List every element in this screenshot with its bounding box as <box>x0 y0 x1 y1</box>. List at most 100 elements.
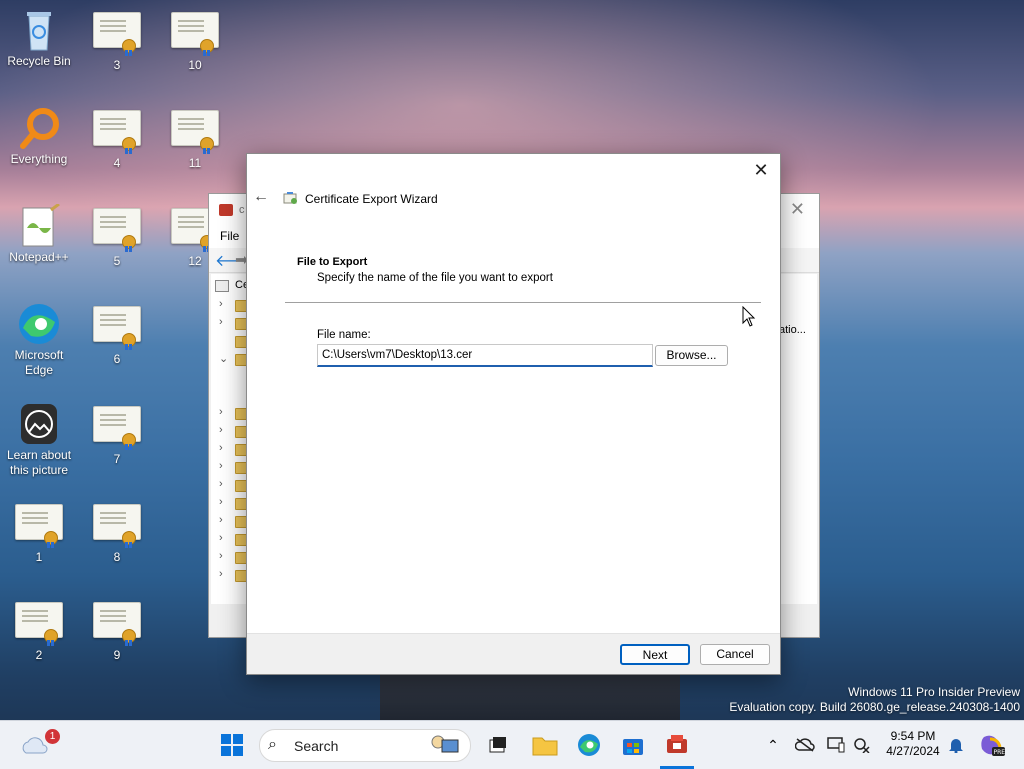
certificate-icon <box>15 602 63 646</box>
desktop-icon-label: 7 <box>113 452 121 466</box>
desktop-icon-cert-8[interactable]: 8 <box>81 500 153 565</box>
edge-icon <box>15 302 63 346</box>
mmc-tree-pane: Ce › › ⌄ › › › › › › › › › › <box>211 274 251 604</box>
edge-icon <box>578 734 600 756</box>
tree-expander[interactable]: › <box>219 424 223 436</box>
desktop-icon-notepadpp[interactable]: Notepad++ <box>3 202 75 265</box>
header-divider <box>285 302 761 303</box>
next-button[interactable]: Next <box>620 644 690 665</box>
recycle-bin-icon <box>15 8 63 52</box>
start-button[interactable] <box>216 721 248 769</box>
tree-expander[interactable]: › <box>219 568 223 580</box>
tree-expander[interactable]: › <box>219 460 223 472</box>
desktop-icon-label: 9 <box>113 648 121 662</box>
watermark-line-2: Evaluation copy. Build 26080.ge_release.… <box>729 700 1020 714</box>
tree-expander[interactable]: › <box>219 496 223 508</box>
store-icon <box>623 739 643 755</box>
desktop-icon-cert-6[interactable]: 6 <box>81 302 153 367</box>
evaluation-watermark: Windows 11 Pro Insider Preview Evaluatio… <box>729 685 1020 715</box>
certificate-icon <box>93 406 141 450</box>
desktop-icon-cert-4[interactable]: 4 <box>81 106 153 171</box>
back-arrow-icon[interactable]: ← <box>253 188 269 206</box>
wizard-footer: Next Cancel <box>247 633 780 674</box>
display-icon[interactable] <box>824 721 848 769</box>
taskbar: 1 ⌕ Search ⌃ 9:54 PM 4/27/2024 PRE <box>0 720 1024 769</box>
close-icon[interactable]: ✕ <box>746 156 776 184</box>
certificate-export-wizard[interactable]: ✕ ← Certificate Export Wizard File to Ex… <box>246 153 781 675</box>
desktop-icon-cert-2[interactable]: 2 <box>3 598 75 663</box>
tree-expander[interactable]: › <box>219 532 223 544</box>
menu-file[interactable]: File <box>220 229 239 243</box>
search-placeholder: Search <box>294 738 339 754</box>
tree-expander[interactable]: › <box>219 298 223 310</box>
certificate-manager-icon <box>667 734 687 753</box>
watermark-line-1: Windows 11 Pro Insider Preview <box>848 685 1020 699</box>
desktop-icon-cert-11[interactable]: 11 <box>159 106 231 171</box>
desktop-icon-cert-9[interactable]: 9 <box>81 598 153 663</box>
browse-button[interactable]: Browse... <box>655 345 728 366</box>
task-view-button[interactable] <box>484 721 512 769</box>
mmc-close-icon[interactable]: ✕ <box>790 199 805 220</box>
certificate-icon <box>93 208 141 252</box>
desktop-icon-label: Microsoft Edge <box>14 348 64 377</box>
mmc-app-icon <box>219 204 233 216</box>
desktop-icon-label: 1 <box>35 550 43 564</box>
learn-picture-icon <box>15 402 63 446</box>
copilot-pre-icon: PRE <box>981 735 1006 756</box>
certificate-icon <box>93 110 141 154</box>
wizard-title: Certificate Export Wizard <box>305 192 438 206</box>
desktop-icon-cert-10[interactable]: 10 <box>159 8 231 73</box>
result-pane-text: atio... <box>779 324 806 336</box>
tree-expander[interactable]: › <box>219 550 223 562</box>
desktop-icon-recycle-bin[interactable]: Recycle Bin <box>3 8 75 69</box>
desktop-icon-cert-3[interactable]: 3 <box>81 8 153 73</box>
certificate-icon <box>171 12 219 56</box>
task-view-icon <box>489 737 506 753</box>
mmc-result-pane: atio... <box>779 274 817 604</box>
file-name-input[interactable] <box>317 344 653 367</box>
desktop-icon-everything[interactable]: Everything <box>3 106 75 167</box>
certmgr-taskbar-button[interactable] <box>660 721 694 769</box>
network-disconnected-icon[interactable] <box>850 721 874 769</box>
tree-root-icon <box>215 280 229 292</box>
store-button[interactable] <box>618 721 648 769</box>
tree-expander[interactable]: ⌄ <box>219 352 228 365</box>
search-icon: ⌕ <box>268 736 277 753</box>
tree-expander[interactable]: › <box>219 316 223 328</box>
notification-bell-button[interactable] <box>946 721 966 769</box>
edge-taskbar-button[interactable] <box>574 721 604 769</box>
desktop-icon-label: 2 <box>35 648 43 662</box>
desktop-icon-cert-7[interactable]: 7 <box>81 402 153 467</box>
taskbar-search[interactable]: ⌕ Search <box>259 729 471 762</box>
desktop-icon-label: 12 <box>188 254 202 268</box>
desktop-icon-label: Recycle Bin <box>7 54 71 68</box>
weather-widget[interactable]: 1 <box>14 721 60 769</box>
certificate-icon <box>15 504 63 548</box>
tree-expander[interactable]: › <box>219 406 223 418</box>
cancel-button[interactable]: Cancel <box>700 644 770 665</box>
mouse-cursor-icon <box>742 305 756 331</box>
desktop-icon-cert-5[interactable]: 5 <box>81 204 153 269</box>
desktop-icon-label: 10 <box>188 58 202 72</box>
tree-expander[interactable]: › <box>219 478 223 490</box>
mmc-title-text: c <box>239 204 245 216</box>
desktop-icon-label: 5 <box>113 254 121 268</box>
svg-text:PRE: PRE <box>994 749 1006 756</box>
show-hidden-icons-button[interactable]: ⌃ <box>762 721 784 769</box>
certificate-icon <box>171 110 219 154</box>
onedrive-offline-icon[interactable] <box>792 721 818 769</box>
clock[interactable]: 9:54 PM 4/27/2024 <box>880 729 946 759</box>
desktop-icon-cert-1[interactable]: 1 <box>3 500 75 565</box>
search-highlight-icon <box>430 734 460 756</box>
desktop-icon-learn-picture[interactable]: Learn about this picture <box>3 402 75 478</box>
copilot-button[interactable]: PRE <box>976 721 1010 769</box>
tree-expander[interactable]: › <box>219 442 223 454</box>
desktop-icon-edge[interactable]: Microsoft Edge <box>3 302 75 378</box>
tree-expander[interactable]: › <box>219 514 223 526</box>
page-heading: File to Export <box>297 256 368 268</box>
file-explorer-button[interactable] <box>530 721 560 769</box>
certificate-wizard-icon <box>283 191 299 205</box>
clock-date: 4/27/2024 <box>886 744 940 758</box>
notification-badge: 1 <box>45 729 60 744</box>
magnifier-icon <box>15 106 63 150</box>
